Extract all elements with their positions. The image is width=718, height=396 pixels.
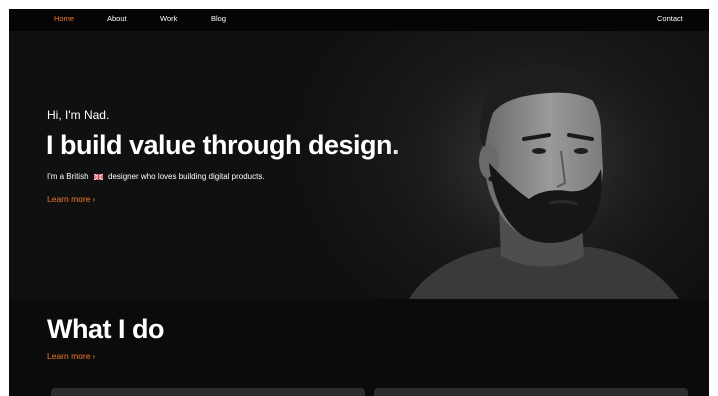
nav-home-link[interactable]: Home <box>54 14 74 23</box>
hero-learn-more-label: Learn more <box>47 194 91 204</box>
chevron-right-icon: › <box>92 352 96 361</box>
hero-title: I build value through design. <box>46 130 400 160</box>
page-frame: Home About Work Blog Contact Hi, I'm Nad… <box>9 9 709 396</box>
service-card[interactable] <box>51 388 365 396</box>
uk-flag-icon <box>93 174 103 180</box>
nav-contact-link[interactable]: Contact <box>657 14 683 23</box>
what-i-do-title: What I do <box>47 314 164 344</box>
what-i-do-learn-more-label: Learn more <box>47 351 91 361</box>
what-i-do-learn-more-link[interactable]: Learn more › <box>47 351 95 361</box>
hero-greeting: Hi, I'm Nad. <box>47 108 110 122</box>
what-i-do-section: What I do Learn more › <box>9 299 709 396</box>
nav-blog-link[interactable]: Blog <box>211 14 226 23</box>
hero-learn-more-link[interactable]: Learn more › <box>47 194 95 204</box>
nav-work-link[interactable]: Work <box>160 14 177 23</box>
portrait-image <box>389 51 689 299</box>
hero-section: Hi, I'm Nad. I build value through desig… <box>9 31 709 299</box>
top-navigation: Home About Work Blog Contact <box>9 9 709 31</box>
nav-about-link[interactable]: About <box>107 14 127 23</box>
service-card[interactable] <box>374 388 688 396</box>
hero-subtitle-start: I'm a British <box>47 172 89 181</box>
hero-subtitle-end: designer who loves building digital prod… <box>108 172 265 181</box>
chevron-right-icon: › <box>92 195 96 204</box>
hero-subtitle: I'm a British designer who loves buildin… <box>47 172 265 181</box>
